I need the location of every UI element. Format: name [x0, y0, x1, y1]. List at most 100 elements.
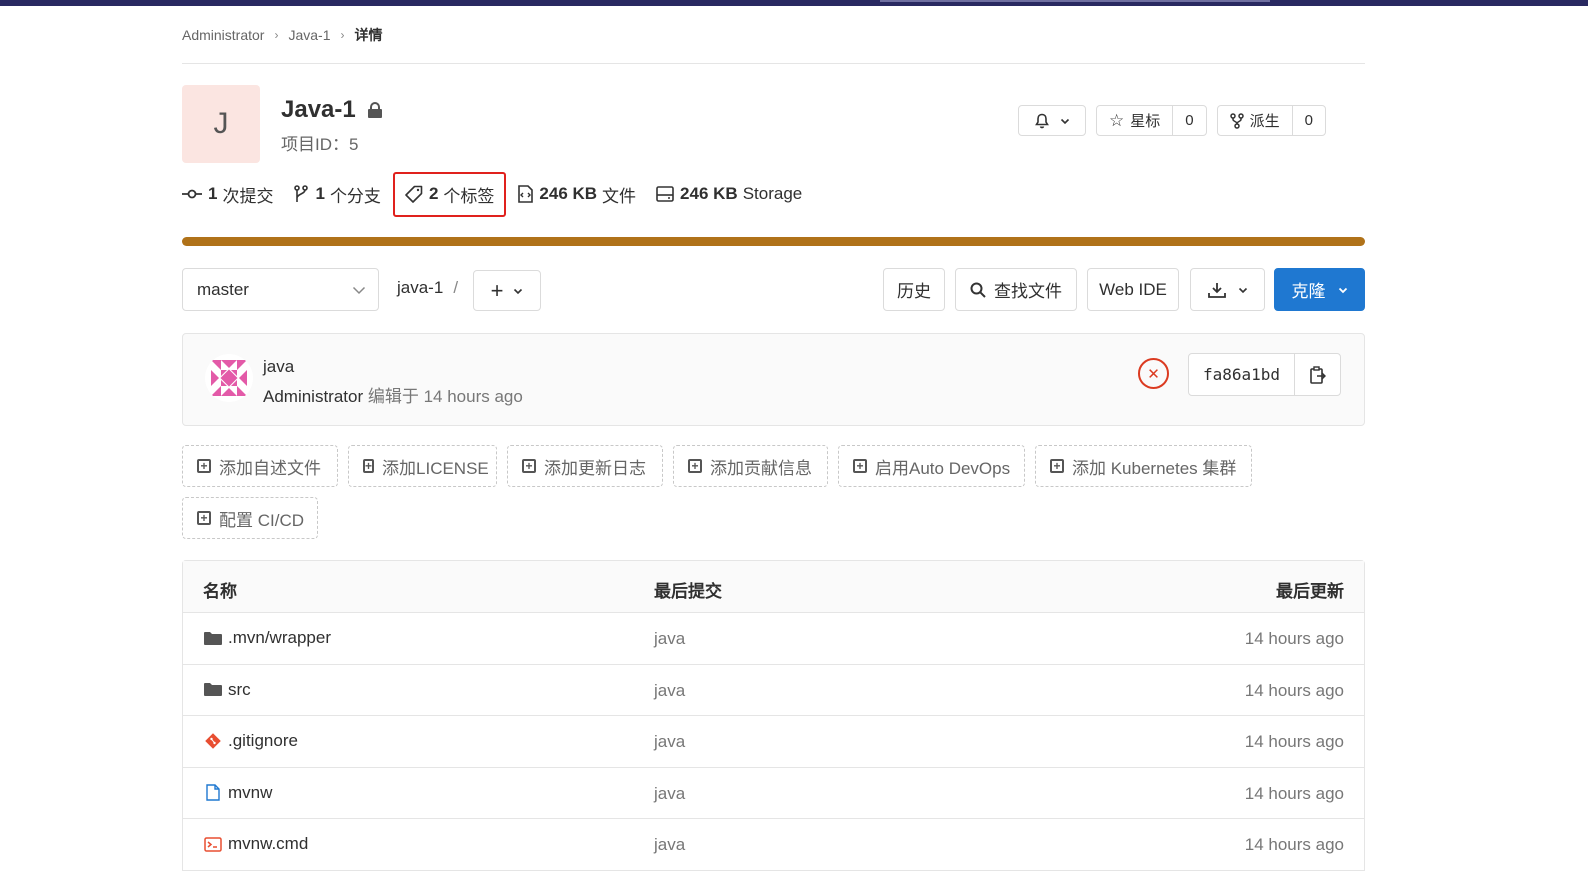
file-time: 14 hours ago [1244, 835, 1344, 855]
file-tree-table: 名称 最后提交 最后更新 .mvn/wrapper java 14 hours … [182, 560, 1365, 871]
project-avatar: J [182, 85, 260, 163]
breadcrumb: Administrator › Java-1 › 详情 [182, 6, 1365, 64]
add-license-label: 添加LICENSE [382, 458, 489, 478]
find-file-label: 查找文件 [994, 282, 1062, 301]
file-name[interactable]: mvnw [228, 783, 272, 803]
clipboard-icon [1309, 365, 1326, 384]
file-commit[interactable]: java [654, 784, 685, 804]
repository-language-bar[interactable] [182, 237, 1365, 246]
lock-icon [367, 102, 382, 118]
pipeline-failed-icon[interactable]: ✕ [1138, 358, 1169, 389]
fork-button[interactable]: 派生 0 [1216, 105, 1326, 136]
branch-name: master [197, 279, 249, 299]
git-icon [204, 733, 222, 749]
file-time: 14 hours ago [1244, 629, 1344, 648]
notification-button[interactable] [1018, 105, 1086, 136]
commit-time: 编辑于 14 hours ago [367, 387, 523, 406]
stat-files[interactable]: 246 KB 文件 [518, 182, 636, 207]
commit-sha[interactable]: fa86a1bd [1189, 354, 1294, 395]
chevron-down-icon [352, 286, 366, 294]
chevron-right-icon: › [274, 27, 279, 42]
user-avatar[interactable] [205, 354, 253, 402]
star-count[interactable]: 0 [1172, 106, 1205, 135]
file-name[interactable]: src [228, 680, 251, 700]
breadcrumb-current[interactable]: 详情 [355, 25, 383, 45]
project-title: Java-1 [281, 96, 382, 124]
web-ide-button[interactable]: Web IDE [1087, 268, 1179, 311]
plus-square-icon: + [197, 511, 211, 525]
add-readme-label: 添加自述文件 [219, 458, 321, 478]
add-to-tree-button[interactable]: + [473, 270, 541, 311]
stat-tags[interactable]: 2 个标签 [392, 171, 507, 217]
fork-count[interactable]: 0 [1291, 106, 1325, 135]
history-button[interactable]: 历史 [883, 268, 945, 311]
path-separator: / [453, 278, 459, 297]
table-header: 名称 最后提交 最后更新 [183, 561, 1364, 613]
file-time: 14 hours ago [1244, 680, 1344, 700]
chevron-down-icon [1060, 118, 1070, 124]
plus-square-icon: + [688, 459, 702, 473]
branch-icon [294, 185, 309, 202]
file-commit[interactable]: java [654, 732, 685, 752]
header-name: 名称 [203, 582, 237, 601]
add-kubernetes-button[interactable]: + 添加 Kubernetes 集群 [1035, 445, 1252, 487]
tree-path: java-1 / [397, 278, 468, 298]
commit-meta: Administrator 编辑于 14 hours ago [263, 382, 523, 407]
fork-label: 派生 [1249, 113, 1280, 130]
file-commit[interactable]: java [654, 629, 685, 649]
add-license-button[interactable]: + 添加LICENSE [348, 445, 497, 487]
tags-label: 个标签 [443, 186, 495, 206]
commits-label: 次提交 [222, 186, 274, 206]
last-commit-panel: java Administrator 编辑于 14 hours ago ✕ fa… [182, 333, 1365, 426]
commit-author[interactable]: Administrator [263, 387, 363, 406]
clone-button[interactable]: 克隆 [1274, 268, 1365, 311]
add-contributing-button[interactable]: + 添加贡献信息 [673, 445, 828, 487]
setup-ci-cd-button[interactable]: + 配置 CI/CD [182, 497, 318, 539]
fork-icon [1229, 112, 1244, 129]
commit-sha-group: fa86a1bd [1188, 353, 1342, 396]
file-name[interactable]: mvnw.cmd [228, 834, 308, 854]
copy-sha-button[interactable] [1294, 354, 1340, 395]
commits-count: 1 [208, 184, 218, 203]
commit-title[interactable]: java [263, 357, 294, 377]
enable-auto-devops-button[interactable]: + 启用Auto DevOps [838, 445, 1025, 487]
branches-label: 个分支 [329, 186, 381, 206]
files-size: 246 KB [539, 184, 598, 203]
file-name[interactable]: .gitignore [228, 731, 298, 751]
add-kubernetes-label: 添加 Kubernetes 集群 [1072, 458, 1237, 478]
breadcrumb-item-owner[interactable]: Administrator [182, 27, 264, 43]
download-button[interactable] [1190, 268, 1265, 311]
table-row[interactable]: .gitignore java 14 hours ago [183, 716, 1364, 768]
folder-icon [204, 682, 222, 697]
star-button[interactable]: ☆ 星标 0 [1096, 105, 1207, 136]
table-row[interactable]: .mvn/wrapper java 14 hours ago [183, 613, 1364, 665]
project-actions: ☆ 星标 0 派生 0 [1018, 105, 1326, 136]
plus-square-icon: + [853, 459, 867, 473]
plus-square-icon: + [1050, 459, 1064, 473]
chevron-down-icon [1338, 287, 1347, 293]
folder-icon [204, 631, 222, 646]
breadcrumb-item-project[interactable]: Java-1 [288, 27, 330, 43]
tree-toolbar: master java-1 / + 历史 查找文件 Web IDE 克隆 [182, 268, 1365, 311]
files-label: 文件 [602, 186, 637, 206]
add-changelog-button[interactable]: + 添加更新日志 [507, 445, 663, 487]
add-readme-button[interactable]: + 添加自述文件 [182, 445, 338, 487]
tags-count: 2 [428, 184, 439, 203]
path-root[interactable]: java-1 [397, 278, 443, 297]
file-name[interactable]: .mvn/wrapper [228, 628, 331, 648]
table-row[interactable]: src java 14 hours ago [183, 665, 1364, 717]
tag-icon [405, 185, 423, 203]
add-changelog-label: 添加更新日志 [544, 458, 646, 478]
plus-square-icon: + [197, 459, 211, 473]
stat-storage[interactable]: 246 KB Storage [656, 184, 802, 204]
stat-branches[interactable]: 1 个分支 [293, 182, 381, 207]
file-commit[interactable]: java [654, 681, 685, 701]
branch-select[interactable]: master [182, 268, 379, 311]
stat-commits[interactable]: 1 次提交 [182, 182, 273, 207]
table-row[interactable]: mvnw.cmd java 14 hours ago [183, 819, 1364, 871]
chevron-right-icon: › [340, 27, 345, 42]
clone-label: 克隆 [1291, 282, 1326, 301]
find-file-button[interactable]: 查找文件 [955, 268, 1077, 311]
table-row[interactable]: mvnw java 14 hours ago [183, 768, 1364, 820]
file-commit[interactable]: java [654, 835, 685, 855]
